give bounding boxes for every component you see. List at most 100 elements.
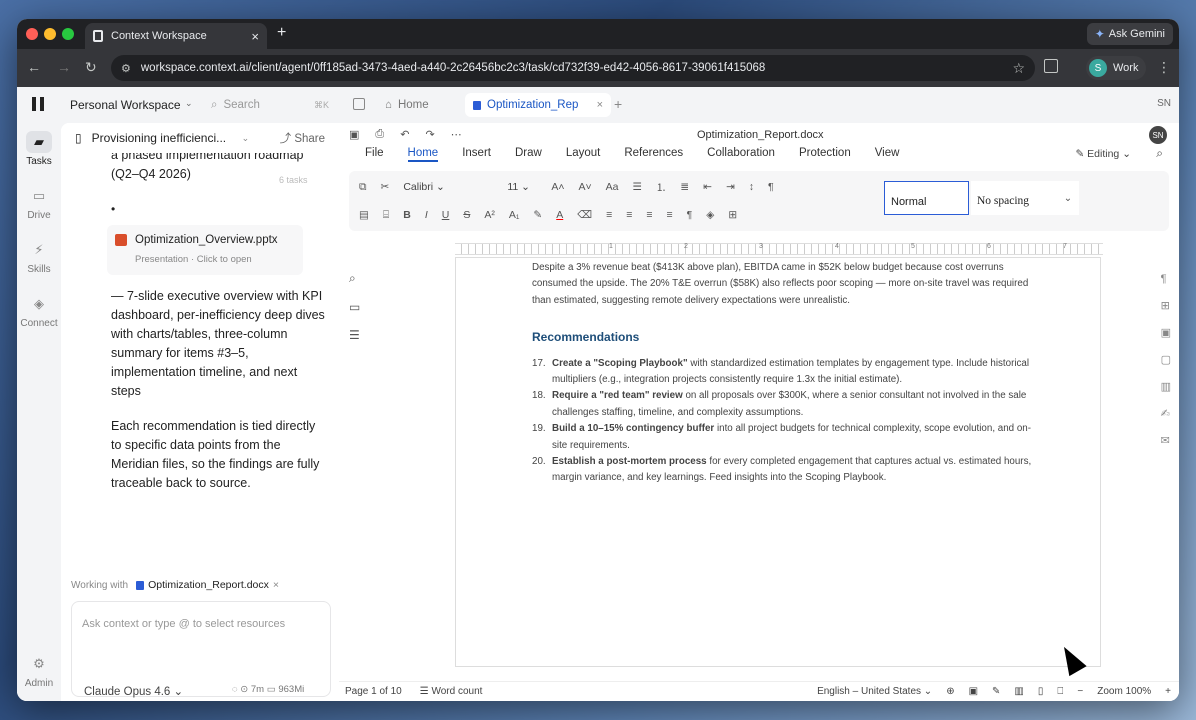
multilevel-list-icon[interactable]: ≣ — [680, 181, 689, 193]
mail-icon[interactable]: ✉ — [1161, 434, 1171, 447]
align-left-icon[interactable]: ≡ — [606, 209, 612, 221]
back-icon[interactable]: ← — [27, 59, 41, 75]
avatar[interactable]: SN — [1149, 126, 1167, 144]
font-size-dropdown[interactable]: 11 ⌄ — [507, 181, 537, 193]
paste-icon[interactable]: ▤ — [359, 209, 369, 221]
tab-optimization-report[interactable]: Optimization_Rep × — [465, 93, 611, 117]
decrease-indent-icon[interactable]: ⇤ — [703, 181, 712, 193]
editing-mode-dropdown[interactable]: ✎ Editing ⌄ — [1075, 148, 1131, 160]
horizontal-ruler[interactable] — [455, 243, 1103, 255]
url-text[interactable]: workspace.context.ai/client/agent/0ff185… — [141, 62, 1003, 74]
search-icon[interactable]: ⌕ — [1156, 146, 1163, 161]
sidebar-toggle-icon[interactable]: ▯ — [75, 131, 82, 145]
table-icon[interactable]: ⊞ — [1161, 299, 1171, 312]
rail-item-connect[interactable]: ◈ Connect — [17, 293, 61, 329]
signature-icon[interactable]: ✍ — [1161, 407, 1171, 420]
add-tab-icon[interactable]: + — [614, 96, 622, 112]
chevron-down-icon[interactable]: ⌄ — [242, 133, 250, 144]
address-bar[interactable]: ⚙ workspace.context.ai/client/agent/0ff1… — [111, 55, 1035, 81]
bullet-list-icon[interactable]: ☰ — [632, 181, 641, 193]
menu-draw[interactable]: Draw — [515, 147, 542, 162]
globe-icon[interactable]: ⊕ — [946, 686, 954, 697]
rail-item-skills[interactable]: ⚡ Skills — [17, 239, 61, 275]
grow-font-icon[interactable]: A˄ — [551, 181, 564, 193]
workspace-switcher[interactable]: Personal Workspace — [70, 98, 181, 112]
new-tab-icon[interactable]: + — [277, 24, 286, 42]
browser-menu-icon[interactable]: ⋮ — [1157, 59, 1171, 76]
app-logo[interactable] — [32, 97, 44, 111]
font-color-icon[interactable]: A — [556, 209, 563, 221]
change-case-icon[interactable]: Aa — [606, 181, 619, 193]
find-icon[interactable]: ⌕ — [349, 271, 360, 286]
undo-icon[interactable]: ↶ — [400, 128, 409, 141]
search-input[interactable]: ⌕ Search ⌘K — [211, 95, 329, 115]
shrink-font-icon[interactable]: A˅ — [578, 181, 591, 193]
split-view-icon[interactable] — [353, 98, 365, 110]
browser-tab[interactable]: Context Workspace × — [85, 23, 267, 49]
spellcheck-icon[interactable]: ▣ — [969, 686, 978, 697]
shape-icon[interactable]: ▢ — [1161, 353, 1171, 366]
shading-icon[interactable]: ◈ — [706, 209, 714, 221]
rail-item-tasks[interactable]: ▰ Tasks — [17, 131, 61, 167]
message-composer[interactable]: Ask context or type @ to select resource… — [71, 601, 331, 698]
comment-icon[interactable]: ▭ — [349, 300, 360, 314]
context-document-chip[interactable]: Optimization_Report.docx × — [136, 579, 279, 591]
document-page[interactable]: Despite a 3% revenue beat ($413K above p… — [455, 257, 1101, 667]
menu-file[interactable]: File — [365, 147, 384, 162]
paragraph-icon[interactable]: ¶ — [1161, 273, 1171, 285]
reload-icon[interactable]: ↻ — [85, 59, 97, 76]
zoom-level[interactable]: Zoom 100% — [1097, 686, 1151, 697]
maximize-window-button[interactable] — [62, 28, 74, 40]
text-direction-icon[interactable]: ¶ — [687, 209, 693, 221]
font-family-dropdown[interactable]: Calibri ⌄ — [403, 181, 493, 193]
image-icon[interactable]: ▣ — [1161, 326, 1171, 339]
italic-icon[interactable]: I — [425, 209, 428, 221]
close-tab-icon[interactable]: × — [251, 29, 259, 44]
file-card-pptx[interactable]: Optimization_Overview.pptx Presentation … — [107, 225, 303, 275]
underline-icon[interactable]: U — [442, 209, 450, 221]
menu-references[interactable]: References — [624, 147, 683, 162]
track-changes-icon[interactable]: ✎ — [992, 686, 1000, 697]
ask-gemini-button[interactable]: ✦ Ask Gemini — [1086, 23, 1173, 45]
paragraph-mark-icon[interactable]: ¶ — [768, 181, 774, 193]
subscript-icon[interactable]: A₁ — [509, 209, 520, 221]
chevron-down-icon[interactable]: ⌄ — [185, 98, 193, 109]
menu-insert[interactable]: Insert — [462, 147, 491, 162]
format-painter-icon[interactable]: ⌸ — [383, 209, 389, 222]
site-info-icon[interactable]: ⚙ — [121, 62, 131, 75]
align-right-icon[interactable]: ≡ — [646, 209, 652, 221]
menu-protection[interactable]: Protection — [799, 147, 851, 162]
word-count-button[interactable]: ☰ Word count — [420, 686, 483, 697]
menu-view[interactable]: View — [875, 147, 900, 162]
rail-item-drive[interactable]: ▭ Drive — [17, 185, 61, 221]
redo-icon[interactable]: ↷ — [425, 128, 434, 141]
chat-title[interactable]: Provisioning inefficienci... — [92, 131, 232, 145]
styles-more-chevron-icon[interactable]: ⌄ — [1057, 181, 1079, 215]
fit-page-icon[interactable]: ▯ — [1038, 686, 1044, 697]
print-icon[interactable]: ⎙ — [375, 128, 384, 141]
strikethrough-icon[interactable]: S — [463, 209, 470, 221]
close-tab-icon[interactable]: × — [597, 99, 603, 111]
line-spacing-icon[interactable]: ↕ — [749, 181, 754, 193]
more-icon[interactable]: ⋯ — [451, 128, 462, 141]
copy-format-icon[interactable]: ⧉ — [359, 181, 367, 194]
forward-icon[interactable]: → — [57, 59, 71, 75]
superscript-icon[interactable]: A² — [484, 209, 495, 221]
model-selector[interactable]: Claude Opus 4.6 ⌄ — [84, 684, 183, 698]
tasks-count[interactable]: 6 tasks — [279, 175, 308, 185]
numbered-list-icon[interactable]: ⒈ — [656, 180, 667, 195]
remove-context-icon[interactable]: × — [273, 579, 279, 591]
style-normal[interactable]: Normal — [884, 181, 969, 215]
menu-home[interactable]: Home — [407, 147, 439, 162]
bookmark-star-icon[interactable]: ☆ — [1012, 60, 1025, 77]
close-window-button[interactable] — [26, 28, 38, 40]
minimize-window-button[interactable] — [44, 28, 56, 40]
cut-icon[interactable]: ✂ — [381, 181, 390, 193]
save-icon[interactable]: ▣ — [349, 128, 359, 141]
extensions-icon[interactable] — [1044, 59, 1058, 73]
tab-home[interactable]: ⌂ Home — [377, 93, 437, 117]
bookmark-icon[interactable]: ⎕ — [1057, 686, 1063, 697]
style-no-spacing[interactable]: No spacing — [971, 181, 1057, 215]
justify-icon[interactable]: ≡ — [667, 209, 673, 221]
outline-icon[interactable]: ☰ — [349, 328, 360, 342]
